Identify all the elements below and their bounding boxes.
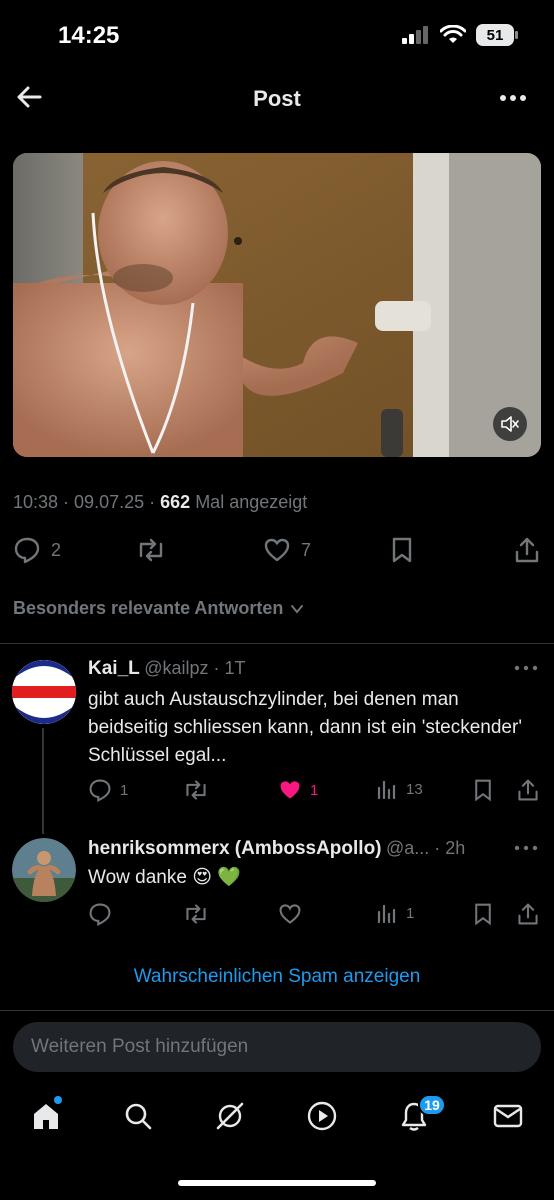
post-date: 09.07.25 — [74, 492, 145, 512]
reply-more-button[interactable] — [514, 842, 538, 854]
tab-messages[interactable] — [490, 1098, 526, 1134]
bookmark-icon — [475, 779, 491, 802]
speaker-muted-icon — [501, 416, 519, 432]
like-count: 1 — [310, 781, 319, 799]
repost-icon — [139, 538, 163, 562]
post-video[interactable] — [13, 153, 541, 457]
video-frame — [13, 153, 541, 457]
reply-count: 2 — [51, 539, 62, 560]
reply-time: 2h — [445, 838, 466, 858]
reply-author-handle: @a... — [385, 838, 430, 858]
share-icon — [518, 779, 538, 801]
share-button[interactable] — [516, 902, 540, 926]
flag-avatar — [12, 660, 76, 724]
mute-button[interactable] — [493, 407, 527, 441]
view-count: 1 — [406, 904, 415, 922]
reply-author-handle: @kailpz — [144, 658, 209, 678]
play-circle-icon — [307, 1101, 337, 1131]
heart-icon — [264, 538, 290, 562]
reply-author-name[interactable]: Kai_L — [88, 658, 140, 679]
more-dots-icon — [514, 665, 538, 671]
bar-chart-icon — [377, 904, 396, 924]
repost-button[interactable] — [182, 778, 210, 802]
like-button[interactable] — [278, 902, 302, 926]
view-count: 13 — [406, 780, 423, 798]
post-meta: 10:38 · 09.07.25 · 662 Mal angezeigt — [13, 492, 308, 512]
grok-icon — [216, 1102, 244, 1130]
home-indicator — [178, 1180, 376, 1186]
bookmark-icon — [475, 903, 491, 926]
signal-icon — [402, 26, 428, 44]
avatar[interactable] — [12, 660, 76, 724]
user-photo-avatar — [12, 838, 76, 902]
status-icons: 51 — [402, 24, 518, 46]
like-count: 7 — [301, 539, 312, 560]
reply-header: Kai_L @kailpz · 1T — [88, 658, 246, 679]
reply-button[interactable]: 2 — [13, 536, 61, 564]
bookmark-button[interactable] — [472, 902, 494, 926]
share-icon — [515, 537, 539, 563]
bookmark-icon — [392, 537, 412, 563]
chevron-down-icon — [291, 604, 304, 614]
repost-button[interactable] — [182, 902, 210, 926]
battery-indicator: 51 — [476, 24, 518, 46]
notifications-badge: 19 — [418, 1094, 446, 1116]
avatar[interactable] — [12, 838, 76, 902]
show-spam-link[interactable]: Wahrscheinlichen Spam anzeigen — [0, 966, 554, 988]
status-time: 14:25 — [58, 22, 120, 49]
more-dots-icon — [514, 845, 538, 851]
reply-count: 1 — [120, 781, 129, 799]
views-label: Mal angezeigt — [195, 492, 308, 512]
share-button[interactable] — [516, 778, 540, 802]
reply-button[interactable] — [88, 902, 112, 926]
search-icon — [125, 1103, 152, 1130]
comment-icon — [89, 903, 111, 926]
tab-video[interactable] — [304, 1098, 340, 1134]
share-button[interactable] — [513, 536, 541, 564]
repost-button[interactable] — [135, 536, 167, 564]
reply-author-name[interactable]: henriksommerx (AmbossApollo) — [88, 838, 382, 859]
reply-sort-dropdown[interactable]: Besonders relevante Antworten — [13, 598, 305, 619]
reply-button[interactable]: 1 — [88, 778, 128, 802]
reply-emoji: 😍 💚 — [192, 867, 241, 888]
view-count: 662 — [160, 492, 191, 512]
divider — [0, 1010, 554, 1011]
tab-search[interactable] — [120, 1098, 156, 1134]
mail-icon — [493, 1104, 523, 1128]
reply-time: 1T — [224, 658, 246, 678]
comment-icon — [14, 537, 40, 564]
reply-text: Wow danke 😍 💚 — [88, 864, 528, 892]
reply-text-content: Wow danke — [88, 867, 187, 888]
like-button[interactable]: 1 — [278, 778, 318, 802]
home-icon — [34, 1104, 58, 1129]
like-button[interactable]: 7 — [263, 536, 311, 564]
tab-grok[interactable] — [212, 1098, 248, 1134]
reply-sort-label: Besonders relevante Antworten — [13, 598, 284, 618]
bookmark-button[interactable] — [472, 778, 494, 802]
views-button[interactable]: 1 — [376, 902, 414, 924]
page-title: Post — [253, 86, 301, 111]
post-time: 10:38 — [13, 492, 59, 512]
divider — [0, 643, 554, 644]
wifi-icon — [440, 25, 466, 43]
repost-icon — [186, 780, 206, 800]
repost-icon — [186, 904, 206, 924]
bookmark-button[interactable] — [389, 536, 415, 564]
heart-filled-icon — [280, 781, 300, 799]
reply-header: henriksommerx (AmbossApollo) @a... · 2h — [88, 838, 466, 859]
compose-input[interactable]: Weiteren Post hinzufügen — [13, 1022, 541, 1072]
bar-chart-icon — [377, 780, 396, 800]
views-button[interactable]: 13 — [376, 778, 423, 800]
reply-text: gibt auch Austauschzylinder, bei denen m… — [88, 689, 522, 766]
share-icon — [518, 903, 538, 925]
post-actions: 2 7 — [13, 536, 541, 568]
more-options-button[interactable] — [498, 86, 528, 110]
home-unread-dot — [54, 1096, 62, 1104]
comment-icon — [89, 779, 111, 802]
thread-line — [42, 728, 44, 834]
more-dots-icon — [500, 95, 526, 101]
reply-more-button[interactable] — [514, 662, 538, 674]
heart-icon — [279, 904, 301, 924]
